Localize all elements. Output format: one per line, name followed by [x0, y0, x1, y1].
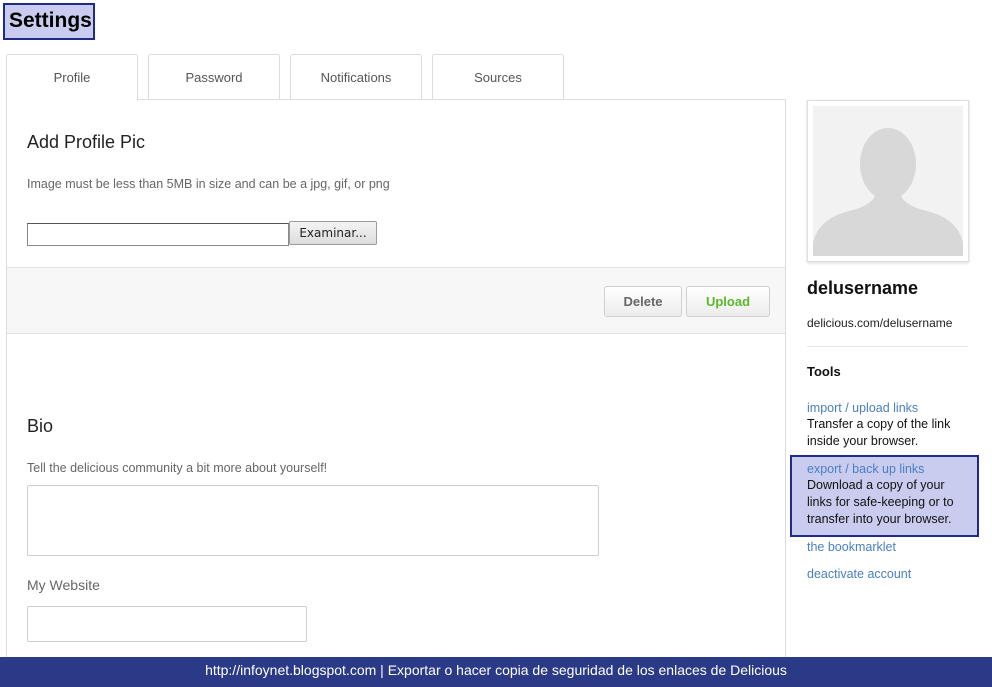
profile-pic-file-field[interactable] — [27, 223, 289, 246]
tab-notifications[interactable]: Notifications — [290, 54, 422, 100]
footer-caption: http://infoynet.blogspot.com | Exportar … — [0, 657, 992, 687]
browse-button[interactable]: Examinar... — [289, 221, 377, 245]
profile-pic-heading: Add Profile Pic — [27, 132, 146, 152]
username: delusername — [807, 278, 919, 298]
tab-password[interactable]: Password — [148, 54, 280, 100]
delete-button[interactable]: Delete — [604, 286, 682, 317]
default-avatar-silhouette-icon — [813, 106, 963, 256]
import-links-link[interactable]: import / upload links — [807, 401, 918, 415]
page-title: Settings — [3, 3, 95, 40]
upload-button[interactable]: Upload — [686, 286, 770, 317]
profile-url: delicious.com/delusername — [807, 316, 953, 330]
import-links-description: Transfer a copy of the link inside your … — [807, 417, 951, 448]
deactivate-account-link[interactable]: deactivate account — [807, 567, 911, 581]
website-input[interactable] — [27, 606, 307, 642]
export-links-link[interactable]: export / back up links — [807, 462, 924, 476]
website-label: My Website — [27, 577, 100, 593]
bio-textarea[interactable] — [27, 485, 599, 556]
avatar — [807, 100, 969, 262]
profile-settings-panel: Add Profile Pic Image must be less than … — [6, 99, 786, 659]
profile-pic-help-text: Image must be less than 5MB in size and … — [27, 177, 390, 191]
bookmarklet-link[interactable]: the bookmarklet — [807, 540, 896, 554]
bio-heading: Bio — [27, 416, 54, 436]
export-links-description: Download a copy of your links for safe-k… — [807, 478, 954, 526]
sidebar-divider — [807, 346, 968, 347]
profile-pic-action-bar: Delete Upload — [7, 267, 785, 334]
tab-profile[interactable]: Profile — [6, 54, 138, 101]
tab-sources[interactable]: Sources — [432, 54, 564, 100]
bio-help-text: Tell the delicious community a bit more … — [27, 461, 328, 475]
tools-heading: Tools — [807, 364, 841, 379]
